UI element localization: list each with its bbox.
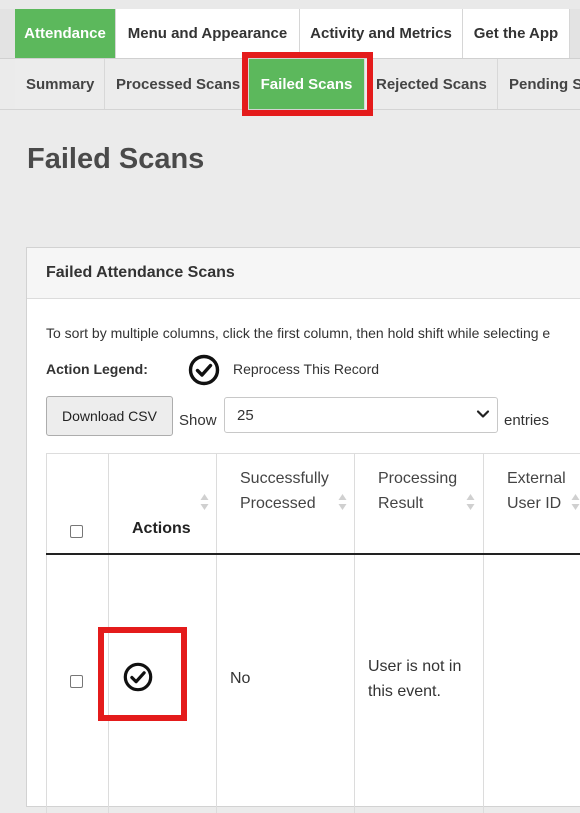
tab-menu-and-appearance[interactable]: Menu and Appearance [116,9,300,58]
panel-title: Failed Attendance Scans [46,264,235,281]
tab-activity-and-metrics[interactable]: Activity and Metrics [300,9,463,58]
download-csv-button[interactable]: Download CSV [46,396,173,436]
column-divider [483,453,484,813]
cell-line: this event. [368,683,441,700]
table-border-left [46,453,47,813]
tab-attendance[interactable]: Attendance [15,9,116,58]
tab-get-the-app[interactable]: Get the App [463,9,570,58]
header-line: Result [378,495,424,512]
subtab-summary[interactable]: Summary [15,59,105,109]
page-title: Failed Scans [27,143,205,175]
column-header-successfully-processed[interactable]: Successfully Processed [240,466,329,516]
header-line: Successfully [240,470,329,487]
sort-icon[interactable] [200,493,209,511]
check-circle-icon [188,354,220,386]
cell-successfully-processed: No [230,670,251,687]
cell-processing-result: User is not in this event. [368,654,461,704]
select-all-checkbox[interactable] [70,525,83,538]
top-navigation: Attendance Menu and Appearance Activity … [0,0,580,59]
sort-hint: To sort by multiple columns, click the f… [46,325,551,341]
header-line: Processed [240,495,316,512]
panel-header: Failed Attendance Scans [27,248,580,299]
column-header-external-user-id[interactable]: External User ID [507,466,566,516]
column-divider [216,453,217,813]
table-header-border [46,553,580,555]
table-top-border [46,453,580,454]
column-header-processing-result[interactable]: Processing Result [378,466,457,516]
check-circle-icon[interactable] [122,661,154,693]
entries-select-value: 25 [237,406,254,424]
entries-per-page-select[interactable]: 25 [224,397,498,433]
sort-icon[interactable] [571,493,580,511]
sort-icon[interactable] [338,493,347,511]
sort-icon[interactable] [466,493,475,511]
column-header-actions[interactable]: Actions [132,516,191,541]
header-line: User ID [507,495,562,512]
chevron-down-icon [476,410,490,418]
subtab-processed-scans[interactable]: Processed Scans [105,59,249,109]
show-label: Show [179,412,217,429]
column-divider [354,453,355,813]
subtab-rejected-scans[interactable]: Rejected Scans [365,59,498,109]
top-strip [0,0,580,9]
action-legend-text: Reprocess This Record [233,361,380,377]
cell-line: User is not in [368,658,462,675]
row-select-checkbox[interactable] [70,675,83,688]
subtab-failed-scans[interactable]: Failed Scans [249,59,365,109]
header-line: Processing [378,470,458,487]
column-divider [108,453,109,813]
action-legend-label: Action Legend: [46,361,148,377]
sub-navigation: Summary Processed Scans Failed Scans Rej… [0,59,580,110]
subtab-pending-scans[interactable]: Pending S [498,59,580,109]
failed-scans-panel: Failed Attendance Scans To sort by multi… [26,247,580,813]
entries-label: entries [504,412,550,429]
header-line: External [507,470,566,487]
